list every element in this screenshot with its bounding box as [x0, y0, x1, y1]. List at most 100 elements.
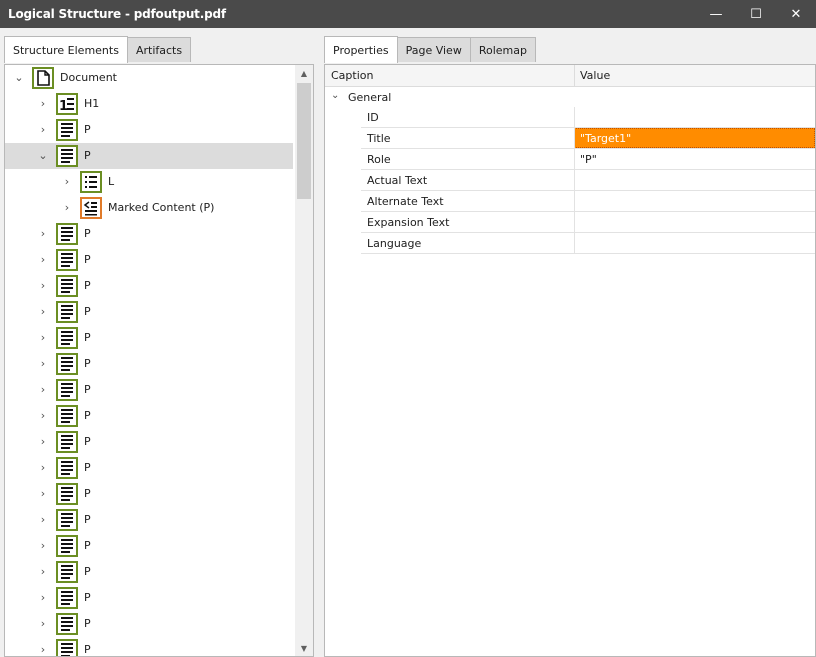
chevron-right-icon[interactable]: › [37, 592, 49, 604]
chevron-right-icon[interactable]: › [37, 462, 49, 474]
chevron-right-icon[interactable]: › [37, 332, 49, 344]
property-value[interactable] [574, 107, 815, 127]
tab-artifacts[interactable]: Artifacts [126, 37, 192, 62]
chevron-right-icon[interactable]: › [61, 176, 73, 188]
chevron-right-icon[interactable]: › [37, 98, 49, 110]
property-caption: Alternate Text [367, 195, 444, 208]
property-value[interactable] [574, 233, 815, 253]
paragraph-icon [56, 275, 78, 297]
tree-node[interactable]: › P [5, 637, 293, 656]
property-row[interactable]: Expansion Text [361, 212, 815, 233]
maximize-icon: ☐ [750, 6, 762, 22]
tree-node[interactable]: › L [5, 169, 293, 195]
tree-vertical-scrollbar[interactable]: ▲ ▼ [295, 65, 313, 656]
chevron-right-icon[interactable]: › [61, 202, 73, 214]
chevron-down-icon[interactable]: ⌄ [37, 150, 49, 162]
property-row[interactable]: Title "Target1" [361, 128, 815, 149]
column-value[interactable]: Value [580, 69, 610, 82]
tree-node-label: Document [60, 71, 117, 84]
marked-content-icon [80, 197, 102, 219]
property-value[interactable] [574, 191, 815, 211]
scroll-up-button[interactable]: ▲ [295, 65, 313, 81]
property-caption: Actual Text [367, 174, 428, 187]
tree-node[interactable]: › P [5, 585, 293, 611]
tab-label: Structure Elements [13, 43, 119, 57]
close-button[interactable]: ✕ [776, 0, 816, 28]
tree-node[interactable]: › Marked Content (P) [5, 195, 293, 221]
tab-label: Page View [405, 43, 462, 57]
tree-node[interactable]: › P [5, 403, 293, 429]
property-caption: Language [367, 237, 422, 250]
tree-node[interactable]: › 1 H1 [5, 91, 293, 117]
property-row[interactable]: Role "P" [361, 149, 815, 170]
tree-node-label: P [84, 123, 91, 136]
tree-node[interactable]: › P [5, 117, 293, 143]
paragraph-icon [56, 431, 78, 453]
tree-node[interactable]: › P [5, 273, 293, 299]
tree-node[interactable]: ⌄ Document [5, 65, 293, 91]
chevron-right-icon[interactable]: › [37, 488, 49, 500]
property-value[interactable]: "P" [574, 149, 815, 169]
property-value[interactable]: "Target1" [574, 128, 815, 148]
paragraph-icon [56, 327, 78, 349]
chevron-right-icon[interactable]: › [37, 540, 49, 552]
tree-node[interactable]: › P [5, 455, 293, 481]
heading-icon: 1 [56, 93, 78, 115]
tree-node[interactable]: › P [5, 299, 293, 325]
window-title: Logical Structure - pdfoutput.pdf [8, 7, 226, 21]
chevron-right-icon[interactable]: › [37, 306, 49, 318]
tree-node[interactable]: › P [5, 507, 293, 533]
minimize-button[interactable]: — [696, 0, 736, 28]
property-row[interactable]: Actual Text [361, 170, 815, 191]
tree-node[interactable]: › P [5, 247, 293, 273]
chevron-right-icon[interactable]: › [37, 384, 49, 396]
tree-node[interactable]: › P [5, 325, 293, 351]
chevron-right-icon[interactable]: › [37, 514, 49, 526]
scroll-down-button[interactable]: ▼ [295, 640, 313, 656]
chevron-down-icon[interactable]: ⌄ [331, 90, 339, 101]
tree-node[interactable]: › P [5, 377, 293, 403]
tree-node-label: P [84, 565, 91, 578]
tree-node[interactable]: › P [5, 429, 293, 455]
property-row[interactable]: Language [361, 233, 815, 254]
tree-node[interactable]: › P [5, 611, 293, 637]
chevron-right-icon[interactable]: › [37, 618, 49, 630]
tab-properties[interactable]: Properties [324, 36, 398, 63]
chevron-right-icon[interactable]: › [37, 228, 49, 240]
tree-node[interactable]: › P [5, 221, 293, 247]
column-caption[interactable]: Caption [331, 69, 373, 82]
chevron-right-icon[interactable]: › [37, 254, 49, 266]
tab-structure-elements[interactable]: Structure Elements [4, 36, 128, 63]
tab-label: Properties [333, 43, 389, 57]
tree-node[interactable]: › P [5, 533, 293, 559]
chevron-right-icon[interactable]: › [37, 436, 49, 448]
property-value[interactable] [574, 170, 815, 190]
group-row-general[interactable]: ⌄ General [325, 87, 815, 107]
column-separator[interactable] [574, 65, 575, 87]
tree-node[interactable]: ⌄ P [5, 143, 293, 169]
scroll-thumb[interactable] [297, 83, 311, 199]
property-row[interactable]: Alternate Text [361, 191, 815, 212]
structure-tree[interactable]: ⌄ Document › 1 H1 › P ⌄ P › L › Marked Content (P) › P… [5, 65, 293, 656]
title-bar: Logical Structure - pdfoutput.pdf — ☐ ✕ [0, 0, 816, 28]
chevron-right-icon[interactable]: › [37, 358, 49, 370]
tab-rolemap[interactable]: Rolemap [469, 37, 536, 62]
property-value[interactable] [574, 212, 815, 232]
chevron-right-icon[interactable]: › [37, 124, 49, 136]
properties-panel: Caption Value ⌄ General ID Title "Target1"… [324, 64, 816, 657]
grid-header: Caption Value [325, 65, 815, 87]
chevron-right-icon[interactable]: › [37, 566, 49, 578]
chevron-right-icon[interactable]: › [37, 410, 49, 422]
tree-node[interactable]: › P [5, 351, 293, 377]
tree-node-label: P [84, 383, 91, 396]
tab-page-view[interactable]: Page View [396, 37, 471, 62]
paragraph-icon [56, 379, 78, 401]
tree-node[interactable]: › P [5, 559, 293, 585]
list-icon [80, 171, 102, 193]
property-row[interactable]: ID [361, 107, 815, 128]
maximize-button[interactable]: ☐ [736, 0, 776, 28]
chevron-right-icon[interactable]: › [37, 280, 49, 292]
chevron-down-icon[interactable]: ⌄ [13, 72, 25, 84]
chevron-right-icon[interactable]: › [37, 644, 49, 656]
tree-node[interactable]: › P [5, 481, 293, 507]
